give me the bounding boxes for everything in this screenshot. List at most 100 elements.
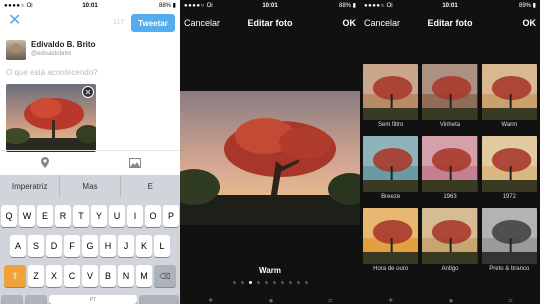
battery-percent: 89% xyxy=(519,3,532,9)
key-t[interactable]: T xyxy=(73,205,89,227)
key-g[interactable]: G xyxy=(82,235,98,257)
return-key[interactable] xyxy=(139,295,179,304)
pager-dot[interactable] xyxy=(288,281,292,284)
filter-icon[interactable]: ● xyxy=(269,296,274,304)
filter-option[interactable]: 1972 xyxy=(481,136,537,204)
clock: 10:01 xyxy=(82,2,98,9)
suggestion-1[interactable]: Imperatriz xyxy=(0,175,61,197)
user-name: Edivaldo B. Brito xyxy=(31,40,96,49)
filter-icon[interactable]: ● xyxy=(449,296,454,304)
key-a[interactable]: A xyxy=(10,235,26,257)
pager-dot[interactable] xyxy=(232,281,236,284)
magic-wand-icon[interactable]: ✦ xyxy=(387,296,394,304)
pager-dot[interactable] xyxy=(280,281,284,284)
pager-dot[interactable] xyxy=(272,281,276,284)
battery-indicator: 88% ▮ xyxy=(339,3,356,9)
nav-bar: Cancelar Editar foto OK xyxy=(180,12,360,34)
key-w[interactable]: W xyxy=(19,205,35,227)
filter-option[interactable]: 1963 xyxy=(422,136,478,204)
suggestion-2[interactable]: Mas xyxy=(60,175,121,197)
key-m[interactable]: M xyxy=(136,265,152,287)
key-e[interactable]: E xyxy=(37,205,53,227)
clock: 10:01 xyxy=(442,2,458,9)
filter-option[interactable]: Breeze xyxy=(363,136,419,204)
cancel-button[interactable]: Cancelar xyxy=(364,18,421,28)
keyboard: QWERTYUIOP ASDFGHJKL ⇧ Z X C V B N M ⌫ PT xyxy=(0,197,180,304)
ok-button[interactable]: OK xyxy=(479,18,536,28)
filter-option[interactable]: Sem filtro xyxy=(363,64,419,132)
numbers-key[interactable] xyxy=(1,295,23,304)
user-handle: @edivaldobrito xyxy=(31,51,72,57)
key-q[interactable]: Q xyxy=(1,205,17,227)
key-x[interactable]: X xyxy=(46,265,62,287)
filter-option[interactable]: Antigo xyxy=(422,208,478,276)
key-n[interactable]: N xyxy=(118,265,134,287)
autocomplete-bar: Imperatriz Mas E xyxy=(0,175,180,197)
key-f[interactable]: F xyxy=(64,235,80,257)
signal-icon: ●●●●○ xyxy=(364,2,385,9)
filter-pager xyxy=(180,281,360,284)
globe-key[interactable] xyxy=(25,295,47,304)
pager-dot[interactable] xyxy=(248,281,252,284)
filter-option[interactable]: Hora de ouro xyxy=(363,208,419,276)
key-j[interactable]: J xyxy=(118,235,134,257)
shift-key[interactable]: ⇧ xyxy=(4,265,26,287)
location-icon[interactable] xyxy=(0,151,90,174)
tweet-text-input[interactable]: O que está acontecendo? xyxy=(6,68,98,77)
ok-button[interactable]: OK xyxy=(299,18,356,28)
filter-label: Hora de ouro xyxy=(373,266,409,272)
avatar xyxy=(6,40,26,60)
pager-dot[interactable] xyxy=(296,281,300,284)
pager-dot[interactable] xyxy=(240,281,244,284)
key-p[interactable]: P xyxy=(163,205,179,227)
edit-photo-screen: ●●●●○ Oi 10:01 88% ▮ Cancelar Editar foto… xyxy=(180,0,360,304)
filter-option[interactable]: Preto & branco xyxy=(481,208,537,276)
crop-icon[interactable]: ⌗ xyxy=(508,296,513,304)
keyboard-row-1: QWERTYUIOP xyxy=(0,205,180,227)
filter-grid-screen: ●●●●○ Oi 10:01 89% ▮ Cancelar Editar foto… xyxy=(360,0,540,304)
suggestion-3[interactable]: E xyxy=(121,175,180,197)
backspace-key[interactable]: ⌫ xyxy=(154,265,176,287)
pager-dot[interactable] xyxy=(304,281,308,284)
cancel-button[interactable]: Cancelar xyxy=(184,18,241,28)
key-l[interactable]: L xyxy=(154,235,170,257)
key-c[interactable]: C xyxy=(64,265,80,287)
key-b[interactable]: B xyxy=(100,265,116,287)
tree-photo-large xyxy=(180,91,360,225)
signal-icon: ●●●●○ xyxy=(4,2,25,9)
magic-wand-icon[interactable]: ✦ xyxy=(207,296,214,304)
carrier-name: Oi xyxy=(386,2,393,9)
pager-dot[interactable] xyxy=(264,281,268,284)
crop-icon[interactable]: ⌗ xyxy=(328,296,333,304)
key-z[interactable]: Z xyxy=(28,265,44,287)
battery-percent: 88% xyxy=(339,3,352,9)
key-h[interactable]: H xyxy=(100,235,116,257)
remove-photo-button[interactable]: ✕ xyxy=(82,86,94,98)
tweet-button[interactable]: Tweetar xyxy=(131,14,175,32)
photo-preview[interactable] xyxy=(180,91,360,225)
key-k[interactable]: K xyxy=(136,235,152,257)
pager-dot[interactable] xyxy=(256,281,260,284)
filter-thumbnail xyxy=(363,208,419,264)
filter-option[interactable]: Vinheta xyxy=(422,64,478,132)
compose-toolbar xyxy=(0,150,180,174)
space-key[interactable]: PT xyxy=(49,295,137,304)
key-u[interactable]: U xyxy=(109,205,125,227)
key-r[interactable]: R xyxy=(55,205,71,227)
clock: 10:01 xyxy=(262,2,278,9)
close-icon[interactable]: ✕ xyxy=(8,13,22,29)
filter-option[interactable]: Warm xyxy=(481,64,537,132)
filter-label: Vinheta xyxy=(439,122,461,128)
carrier-name: Oi xyxy=(26,2,33,9)
key-i[interactable]: I xyxy=(127,205,143,227)
photo-icon[interactable] xyxy=(90,151,180,174)
key-d[interactable]: D xyxy=(46,235,62,257)
key-y[interactable]: Y xyxy=(91,205,107,227)
key-v[interactable]: V xyxy=(82,265,98,287)
battery-percent: 88% xyxy=(159,3,172,9)
key-o[interactable]: O xyxy=(145,205,161,227)
editor-toolbar: ✦ ● ⌗ xyxy=(360,296,540,304)
key-s[interactable]: S xyxy=(28,235,44,257)
filter-label: 1972 xyxy=(502,194,516,200)
filter-label: Preto & branco xyxy=(489,266,530,272)
